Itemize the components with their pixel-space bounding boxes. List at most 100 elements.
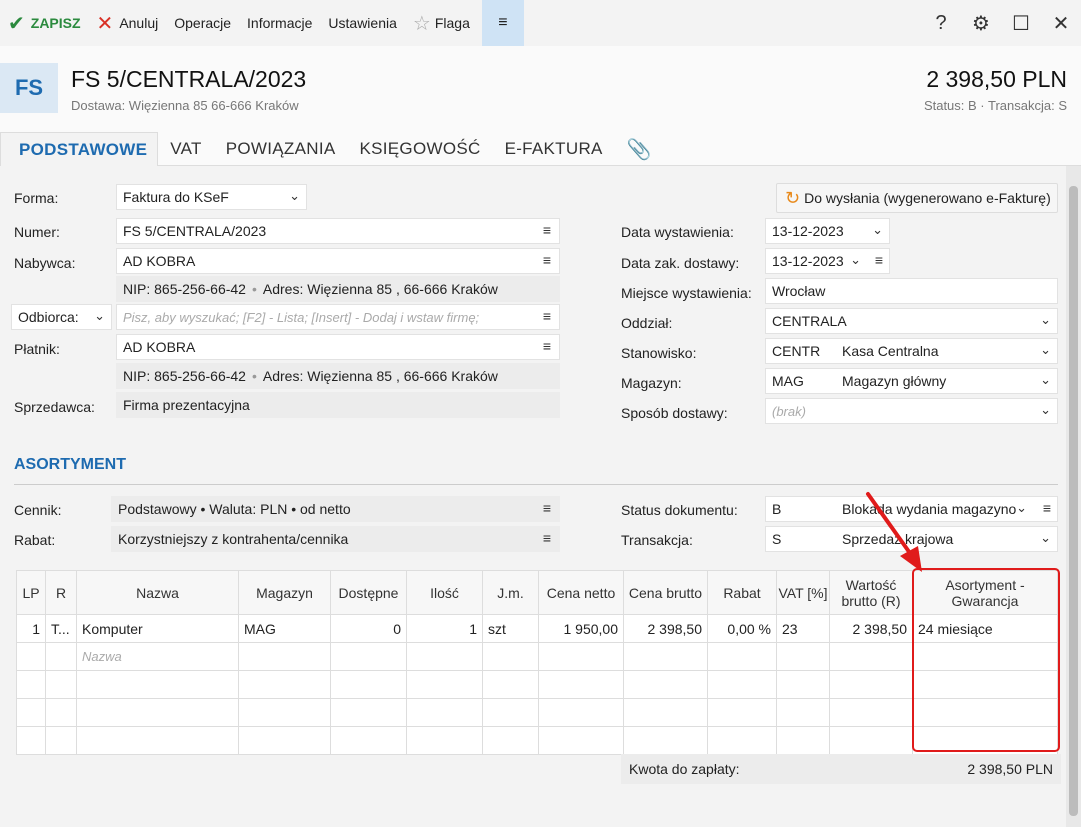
magazyn-code: MAG bbox=[772, 373, 804, 389]
empty-row bbox=[16, 698, 1058, 727]
operations-menu[interactable]: Operacje bbox=[166, 0, 239, 46]
info-menu[interactable]: Informacje bbox=[239, 0, 320, 46]
hamburger-icon[interactable]: ≡ bbox=[543, 500, 551, 516]
new-item-name-input[interactable]: Nazwa bbox=[76, 642, 239, 671]
empty-cell[interactable] bbox=[330, 642, 407, 671]
column-header[interactable]: J.m. bbox=[482, 570, 539, 615]
tab-podstawowe[interactable]: PODSTAWOWE bbox=[0, 132, 159, 167]
column-header[interactable]: Dostępne bbox=[330, 570, 407, 615]
document-type-badge: FS bbox=[0, 63, 58, 113]
column-header[interactable]: Magazyn bbox=[238, 570, 331, 615]
cell-rabat[interactable]: 0,00 % bbox=[707, 614, 777, 643]
platnik-field[interactable]: AD KOBRA ≡ bbox=[116, 334, 560, 360]
column-header[interactable]: LP bbox=[16, 570, 46, 615]
send-status-button[interactable]: ↻ Do wysłania (wygenerowano e-Fakturę) bbox=[776, 183, 1058, 213]
empty-cell[interactable] bbox=[623, 642, 708, 671]
column-header[interactable]: VAT [%] bbox=[776, 570, 830, 615]
help-icon[interactable]: ? bbox=[921, 12, 961, 35]
maximize-icon[interactable]: ☐ bbox=[1001, 11, 1041, 36]
tab-powiazania[interactable]: POWIĄZANIA bbox=[214, 132, 348, 166]
column-header[interactable]: Wartość brutto (R) bbox=[829, 570, 913, 615]
table-row[interactable]: 1 T... Komputer MAG 0 1 szt 1 950,00 2 3… bbox=[16, 614, 1058, 643]
scrollbar-thumb[interactable] bbox=[1069, 186, 1078, 816]
rabat-field[interactable]: Korzystniejszy z kontrahenta/cennika ≡ bbox=[111, 526, 560, 552]
close-window-icon[interactable]: ✕ bbox=[1041, 11, 1081, 36]
cell-cena-brutto[interactable]: 2 398,50 bbox=[623, 614, 708, 643]
hamburger-icon: ≡ bbox=[498, 14, 508, 31]
column-header[interactable]: Cena netto bbox=[538, 570, 624, 615]
empty-cell[interactable] bbox=[406, 642, 483, 671]
rabat-value: Korzystniejszy z kontrahenta/cennika bbox=[118, 531, 349, 547]
cell-vat[interactable]: 23 bbox=[776, 614, 830, 643]
cell-cena-netto[interactable]: 1 950,00 bbox=[538, 614, 624, 643]
cell-magazyn[interactable]: MAG bbox=[238, 614, 331, 643]
flag-button[interactable]: ☆ Flaga bbox=[405, 0, 478, 46]
hamburger-icon[interactable]: ≡ bbox=[875, 252, 883, 268]
new-item-row[interactable]: Nazwa bbox=[16, 642, 1058, 671]
items-table[interactable]: LP R Nazwa Magazyn Dostępne Ilość J.m. C… bbox=[16, 570, 1058, 755]
sposob-dostawy-select[interactable]: (brak) ⌄ bbox=[765, 398, 1058, 424]
stanowisko-select[interactable]: CENTR Kasa Centralna ⌄ bbox=[765, 338, 1058, 364]
cell-lp[interactable]: 1 bbox=[16, 614, 46, 643]
vertical-scrollbar[interactable] bbox=[1066, 166, 1081, 827]
star-icon: ☆ bbox=[412, 12, 431, 35]
cell-dostepne[interactable]: 0 bbox=[330, 614, 407, 643]
data-dostawy-field[interactable]: 13-12-2023 ⌄ ≡ bbox=[765, 248, 890, 274]
odbiorca-select[interactable]: Odbiorca: ⌄ bbox=[11, 304, 112, 330]
numer-field[interactable]: FS 5/CENTRALA/2023 ≡ bbox=[116, 218, 560, 244]
document-header: FS FS 5/CENTRALA/2023 Dostawa: Więzienna… bbox=[0, 46, 1081, 132]
column-header[interactable]: Ilość bbox=[406, 570, 483, 615]
data-dostawy-label: Data zak. dostawy: bbox=[621, 255, 740, 271]
forma-select[interactable]: Faktura do KSeF ⌄ bbox=[116, 184, 307, 210]
hamburger-icon[interactable]: ≡ bbox=[543, 222, 551, 238]
transakcja-select[interactable]: S Sprzedaż krajowa ⌄ bbox=[765, 526, 1058, 552]
odbiorca-placeholder: Pisz, aby wyszukać; [F2] - Lista; [Inser… bbox=[123, 310, 480, 325]
miejsce-field[interactable]: Wrocław bbox=[765, 278, 1058, 304]
nabywca-field[interactable]: AD KOBRA ≡ bbox=[116, 248, 560, 274]
cell-nazwa[interactable]: Komputer bbox=[76, 614, 239, 643]
cennik-field[interactable]: Podstawowy • Waluta: PLN • od netto ≡ bbox=[111, 496, 560, 522]
column-header[interactable]: Rabat bbox=[707, 570, 777, 615]
hamburger-menu-button[interactable]: ≡ bbox=[481, 0, 524, 46]
hamburger-icon[interactable]: ≡ bbox=[543, 252, 551, 268]
empty-cell[interactable] bbox=[538, 642, 624, 671]
tab-vat[interactable]: VAT bbox=[158, 132, 213, 166]
data-wystawienia-field[interactable]: 13-12-2023 ⌄ bbox=[765, 218, 890, 244]
save-label: ZAPISZ bbox=[30, 15, 81, 31]
settings-menu[interactable]: Ustawienia bbox=[320, 0, 404, 46]
cell-jm[interactable]: szt bbox=[482, 614, 539, 643]
cell-ilosc[interactable]: 1 bbox=[406, 614, 483, 643]
oddzial-select[interactable]: CENTRALA ⌄ bbox=[765, 308, 1058, 334]
column-header[interactable]: R bbox=[45, 570, 77, 615]
empty-cell[interactable] bbox=[829, 642, 913, 671]
hamburger-icon[interactable]: ≡ bbox=[543, 530, 551, 546]
save-button[interactable]: ✔ ZAPISZ bbox=[0, 0, 89, 46]
empty-cell[interactable] bbox=[238, 642, 331, 671]
cell-wartosc[interactable]: 2 398,50 bbox=[829, 614, 913, 643]
hamburger-icon[interactable]: ≡ bbox=[543, 338, 551, 354]
hamburger-icon[interactable]: ≡ bbox=[543, 308, 551, 324]
empty-cell[interactable] bbox=[482, 642, 539, 671]
forma-label: Forma: bbox=[14, 190, 59, 206]
empty-cell[interactable] bbox=[45, 642, 77, 671]
empty-cell[interactable] bbox=[707, 642, 777, 671]
cell-r[interactable]: T... bbox=[45, 614, 77, 643]
tab-e-faktura[interactable]: E-FAKTURA bbox=[493, 132, 615, 166]
column-header-gwarancja[interactable]: Asortyment - Gwarancja bbox=[912, 570, 1058, 615]
gear-icon[interactable]: ⚙ bbox=[961, 11, 1001, 36]
magazyn-select[interactable]: MAG Magazyn główny ⌄ bbox=[765, 368, 1058, 394]
cell-gwarancja[interactable]: 24 miesiące bbox=[912, 614, 1058, 643]
cancel-button[interactable]: ✕ Anuluj bbox=[89, 0, 167, 46]
hamburger-icon[interactable]: ≡ bbox=[1043, 500, 1051, 516]
odbiorca-input[interactable]: Pisz, aby wyszukać; [F2] - Lista; [Inser… bbox=[116, 304, 560, 330]
oddzial-value: CENTRALA bbox=[772, 313, 847, 329]
column-header[interactable]: Cena brutto bbox=[623, 570, 708, 615]
empty-cell[interactable] bbox=[16, 642, 46, 671]
tab-ksiegowosc[interactable]: KSIĘGOWOŚĆ bbox=[347, 132, 492, 166]
column-header[interactable]: Nazwa bbox=[76, 570, 239, 615]
empty-cell[interactable] bbox=[776, 642, 830, 671]
empty-cell[interactable] bbox=[912, 642, 1058, 671]
attachment-icon[interactable]: 📎 bbox=[615, 132, 664, 166]
cennik-value: Podstawowy • Waluta: PLN • od netto bbox=[118, 501, 351, 517]
status-dokumentu-select[interactable]: B Blokada wydania magazyno ⌄ ≡ bbox=[765, 496, 1058, 522]
